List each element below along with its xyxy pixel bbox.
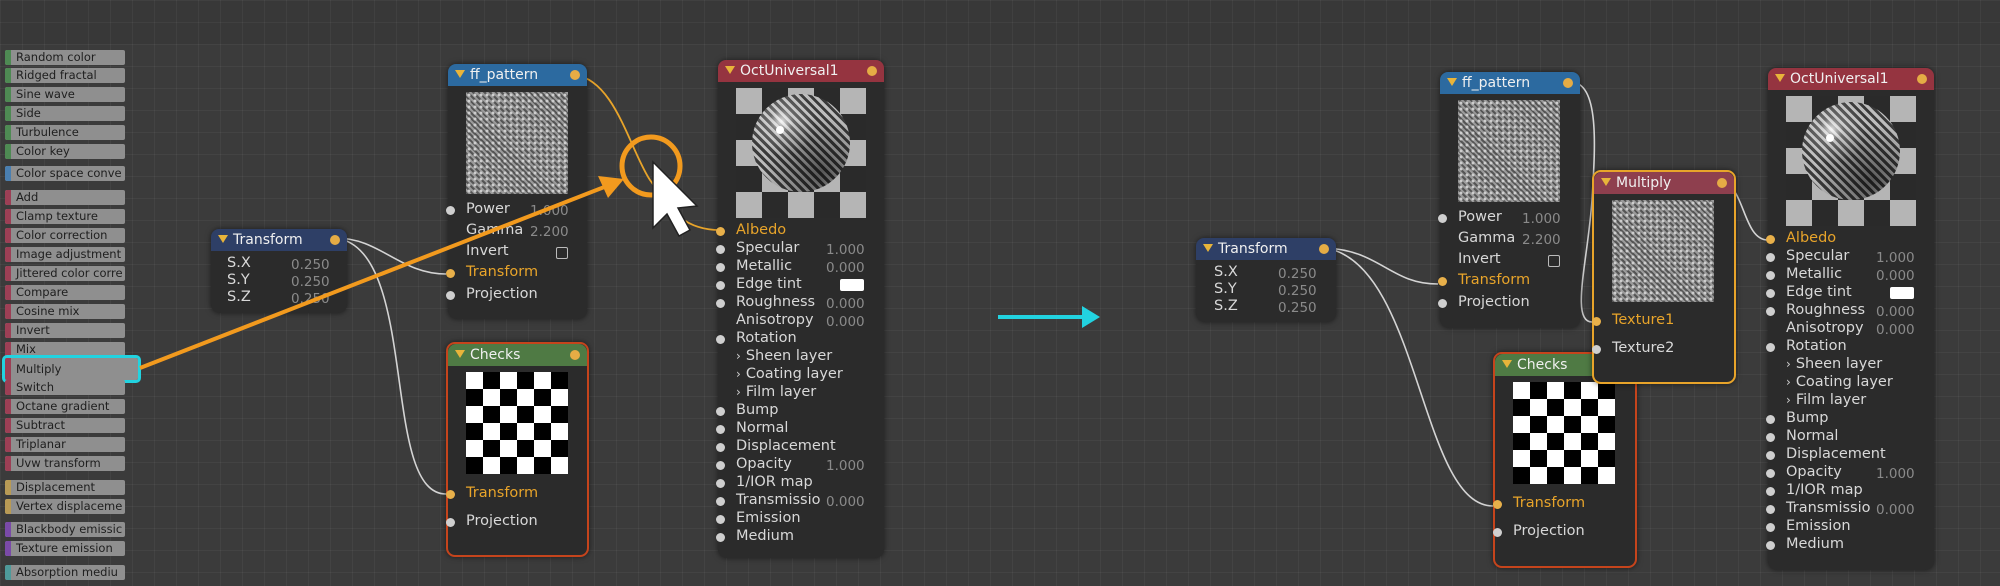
- transition-arrow-head: [1082, 306, 1100, 328]
- node-graph-canvas[interactable]: Random color Ridged fractal Sine wave Side T…: [0, 0, 2000, 586]
- annotation-overlay: [139, 134, 1100, 370]
- drag-arrow-line: [139, 182, 613, 370]
- mouse-cursor-icon: [652, 160, 699, 238]
